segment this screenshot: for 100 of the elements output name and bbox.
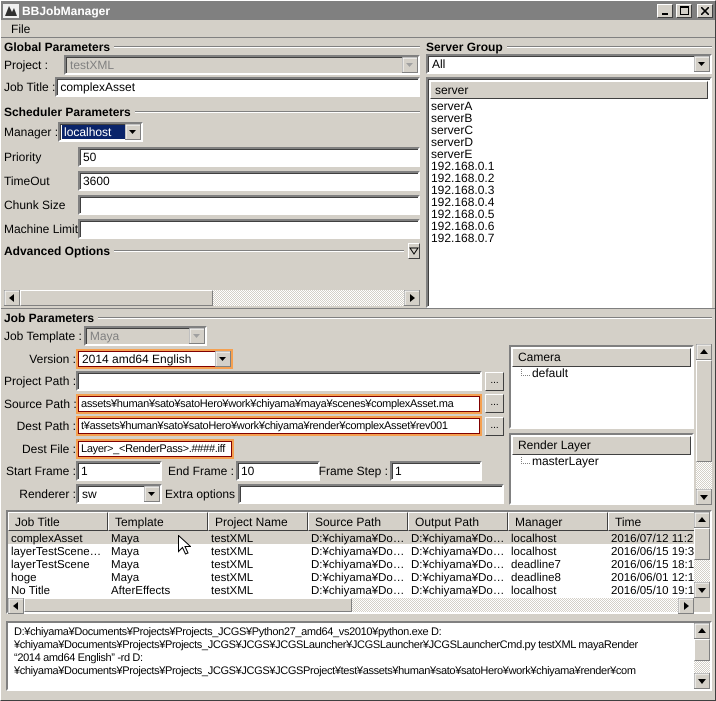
column-header[interactable]: Project Name [208, 512, 308, 531]
scroll-arrow-icon[interactable] [404, 290, 420, 306]
scroll-arrow-icon[interactable] [678, 598, 694, 614]
server-item[interactable]: 192.168.0.6 [430, 220, 708, 232]
tree-item[interactable]: masterLayer [532, 455, 599, 468]
column-header[interactable]: Source Path [308, 512, 408, 531]
horizontal-scrollbar[interactable] [8, 598, 694, 612]
scroll-arrow-icon[interactable] [694, 512, 710, 528]
close-icon[interactable] [701, 6, 709, 14]
path-field[interactable]: t¥assets¥human¥sato¥satoHero¥work¥chiyama¥render¥complexAsset¥rev001 [76, 416, 482, 436]
scroll-arrow-icon[interactable] [696, 344, 712, 360]
table-cell: D:¥chiyama¥Do… [411, 572, 504, 585]
dropdown-arrow-icon[interactable] [694, 56, 710, 72]
extra-options-field[interactable] [238, 484, 504, 504]
scroll-arrow-icon[interactable] [694, 673, 710, 689]
server-item[interactable]: 192.168.0.1 [430, 160, 708, 172]
expand-button[interactable] [408, 243, 420, 259]
column-header[interactable]: Render Layer [512, 436, 691, 455]
table-cell: Maya [111, 572, 140, 585]
server-item[interactable]: serverC [430, 124, 708, 136]
server-item[interactable]: 192.168.0.7 [430, 232, 708, 244]
table-row[interactable]: complexAsset Maya testXML D:¥chiyama¥Do… D:¥chiyama¥Do… localhost 2016/07/12 11:2 [8, 531, 694, 544]
tree-item[interactable]: default [532, 367, 568, 380]
server-item[interactable]: serverD [430, 136, 708, 148]
text-field[interactable]: 3600 [78, 171, 420, 191]
start-frame-field[interactable]: 1 [76, 461, 162, 482]
column-header[interactable]: Manager [508, 512, 608, 531]
manager-combo[interactable]: localhost [58, 122, 144, 142]
vertical-scrollbar[interactable] [696, 344, 712, 505]
scroll-arrow-icon[interactable] [4, 290, 20, 306]
table-cell: deadline7 [511, 559, 561, 572]
table-row[interactable]: hoge Maya testXML D:¥chiyama¥Do… D:¥chiyama¥Do… deadline8 2016/06/01 12:1 [8, 570, 694, 583]
path-field[interactable] [76, 371, 482, 392]
field-label: Version : [28, 352, 76, 366]
table-row[interactable]: layerTestScene Maya testXML D:¥chiyama¥Do… D:¥chiyama¥Do… deadline7 2016/06/15 18:1 [8, 557, 694, 570]
field-label: Job Title : [4, 80, 56, 94]
scrollbar-thumb[interactable] [694, 639, 710, 661]
table-cell: D:¥chiyama¥Do… [311, 546, 404, 559]
tree-line-icon [518, 368, 532, 378]
renderer-combo[interactable]: sw [76, 484, 162, 504]
server-item[interactable]: serverE [430, 148, 708, 160]
browse-button[interactable]: ... [485, 394, 504, 414]
end-frame-field[interactable]: 10 [236, 461, 320, 482]
frame-step-field[interactable]: 1 [390, 461, 482, 482]
browse-button[interactable]: ... [485, 416, 504, 436]
scroll-arrow-icon[interactable] [694, 623, 710, 639]
table-cell: complexAsset [11, 533, 83, 546]
maximize-button[interactable] [676, 4, 692, 18]
scroll-arrow-icon[interactable] [694, 582, 710, 598]
table-row[interactable]: layerTestScene… Maya testXML D:¥chiyama¥Do… D:¥chiyama¥Do… localhost 2016/06/15 19:3 [8, 544, 694, 557]
browse-button[interactable]: ... [485, 372, 504, 391]
table-cell: 2016/05/10 19:1 [611, 585, 694, 598]
table-cell: testXML [211, 546, 254, 559]
field-label: Start Frame : [4, 464, 76, 478]
scroll-arrow-icon[interactable] [8, 598, 24, 614]
server-item[interactable]: 192.168.0.5 [430, 208, 708, 220]
scrollbar-corner [694, 598, 710, 612]
column-header[interactable]: Job Title [8, 512, 108, 531]
table-cell: D:¥chiyama¥Do… [311, 572, 404, 585]
column-header[interactable]: Template [108, 512, 208, 531]
table-cell: Maya [111, 546, 140, 559]
table-cell: D:¥chiyama¥Do… [311, 585, 404, 598]
server-item[interactable]: 192.168.0.3 [430, 184, 708, 196]
vertical-scrollbar[interactable] [694, 623, 710, 689]
server-item[interactable]: 192.168.0.4 [430, 196, 708, 208]
menu-item[interactable]: File [11, 22, 30, 36]
column-header[interactable]: Time [608, 512, 694, 531]
job-title-field[interactable]: complexAsset [55, 77, 420, 97]
maximize-icon[interactable] [680, 6, 688, 15]
column-header[interactable]: server [430, 81, 708, 99]
column-header[interactable]: Camera [512, 348, 691, 367]
table-row[interactable]: No Title AfterEffects testXML D:¥chiyama¥Do… D:¥chiyama¥Do… localhost 2016/05/10 19:1 [8, 583, 694, 596]
dest-file-field[interactable]: Layer>_<RenderPass>.####.iff [76, 438, 234, 459]
text-field[interactable]: 50 [78, 147, 420, 167]
field-label: Project Path : [4, 374, 76, 388]
server-item[interactable]: 192.168.0.2 [430, 172, 708, 184]
horizontal-scrollbar[interactable] [4, 290, 420, 306]
close-button[interactable] [697, 4, 713, 18]
server-item[interactable]: serverB [430, 112, 708, 124]
minimize-button[interactable] [657, 4, 673, 18]
tree-line-icon [518, 456, 532, 466]
version-combo[interactable]: 2014 amd64 English [76, 348, 233, 369]
dropdown-arrow-icon[interactable] [144, 486, 160, 502]
scrollbar-thumb[interactable] [694, 528, 710, 560]
field-label: Frame Step : [318, 464, 388, 478]
text-field[interactable] [78, 219, 420, 239]
server-group-combo[interactable]: All [426, 54, 712, 74]
column-header[interactable]: Output Path [408, 512, 508, 531]
scroll-arrow-icon[interactable] [696, 489, 712, 505]
table-cell: D:¥chiyama¥Do… [411, 533, 504, 546]
dropdown-arrow-icon[interactable] [215, 350, 231, 367]
table-cell: layerTestScene… [11, 546, 102, 559]
dropdown-arrow-icon[interactable] [125, 124, 142, 140]
scrollbar-thumb[interactable] [696, 360, 712, 462]
scrollbar-thumb[interactable] [20, 290, 213, 306]
vertical-scrollbar[interactable] [694, 512, 710, 598]
text-field[interactable] [78, 195, 420, 215]
path-field[interactable]: assets¥human¥sato¥satoHero¥work¥chiyama¥maya¥scenes¥complexAsset.ma [76, 394, 482, 414]
scrollbar-thumb[interactable] [24, 598, 352, 612]
server-item[interactable]: serverA [430, 100, 708, 112]
